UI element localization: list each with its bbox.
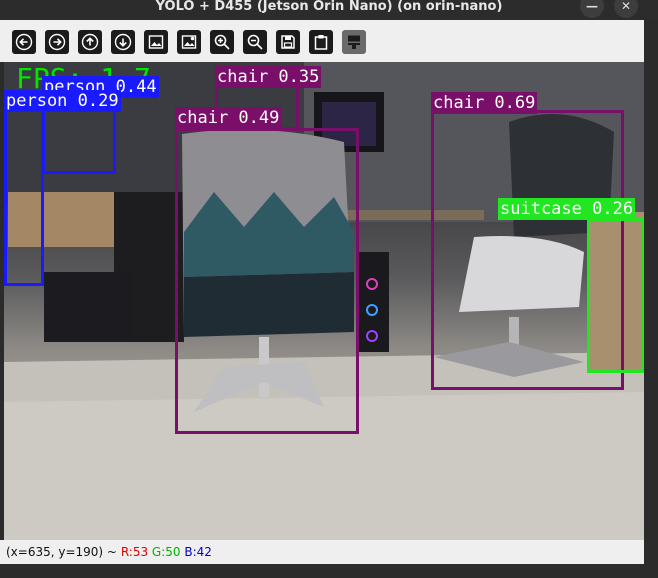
pan-up-button[interactable] <box>78 30 102 54</box>
save-icon <box>281 35 295 49</box>
pan-down-button[interactable] <box>111 30 135 54</box>
detection-label-person-1: person 0.29 <box>4 90 121 112</box>
image-settings-icon <box>181 35 197 49</box>
copy-to-clipboard-button[interactable] <box>309 30 333 54</box>
pan-left-button[interactable] <box>12 30 36 54</box>
detection-label-chair-1: chair 0.49 <box>175 107 282 129</box>
save-button[interactable] <box>276 30 300 54</box>
arrow-left-icon <box>15 33 33 51</box>
arrow-right-icon <box>48 33 66 51</box>
title-bar: YOLO + D455 (Jetson Orin Nano) (on orin-… <box>0 0 658 20</box>
close-button[interactable]: ✕ <box>614 0 638 18</box>
cursor-coordinates: (x=635, y=190) ~ <box>6 545 117 559</box>
properties-icon <box>348 35 360 49</box>
pan-right-button[interactable] <box>45 30 69 54</box>
image-icon <box>148 35 164 49</box>
window-bottom-edge <box>0 564 658 578</box>
zoom-in-icon <box>214 34 230 50</box>
pixel-green-value: G:50 <box>151 545 181 559</box>
detection-label-chair-0: chair 0.35 <box>215 66 322 88</box>
zoom-in-button[interactable] <box>210 30 234 54</box>
detection-box-chair-1 <box>175 128 359 434</box>
arrow-down-icon <box>114 33 132 51</box>
toolbar <box>0 20 644 62</box>
window-right-edge <box>644 20 658 564</box>
zoom-out-button[interactable] <box>243 30 267 54</box>
zoom-fit-button[interactable] <box>144 30 168 54</box>
pixel-blue-value: B:42 <box>184 545 212 559</box>
window-title: YOLO + D455 (Jetson Orin Nano) (on orin-… <box>155 0 503 14</box>
detection-box-suitcase-0 <box>587 218 644 373</box>
minimize-button[interactable]: — <box>580 0 604 18</box>
detection-box-person-1 <box>4 102 44 286</box>
status-bar: (x=635, y=190) ~ R:53 G:50 B:42 <box>0 540 644 564</box>
zoom-out-icon <box>247 34 263 50</box>
pixel-red-value: R:53 <box>120 545 149 559</box>
close-icon: ✕ <box>620 0 632 13</box>
clipboard-icon <box>314 35 328 50</box>
zoom-original-button[interactable] <box>177 30 201 54</box>
arrow-up-icon <box>81 33 99 51</box>
camera-image-view[interactable]: FPS: 1.7 person 0.44 person 0.29 chair 0… <box>4 62 644 540</box>
detection-label-suitcase-0: suitcase 0.26 <box>498 198 636 220</box>
detection-label-chair-2: chair 0.69 <box>431 92 538 114</box>
properties-button[interactable] <box>342 30 366 54</box>
minimize-icon: — <box>586 0 598 13</box>
